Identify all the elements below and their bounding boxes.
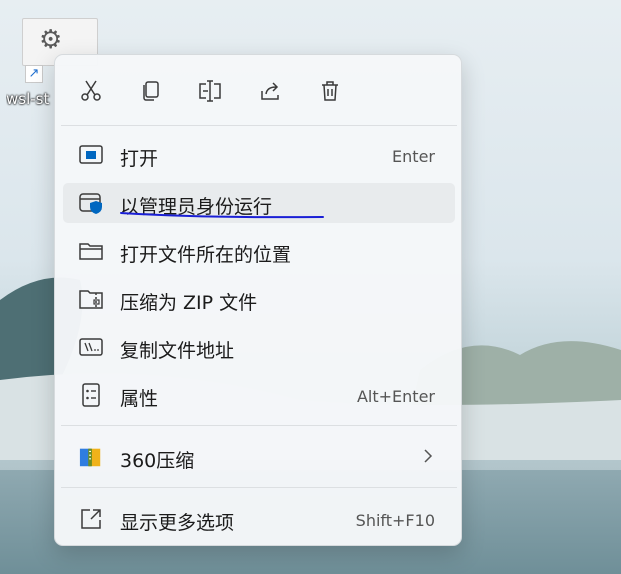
menu-item-360-compress[interactable]: 360压缩 xyxy=(63,437,455,477)
menu-item-label: 属性 xyxy=(120,388,159,410)
menu-divider xyxy=(61,425,457,426)
share-button[interactable] xyxy=(254,75,286,107)
menu-item-compress-zip[interactable]: 压缩为 ZIP 文件 xyxy=(63,279,455,319)
context-menu-toolbar xyxy=(55,55,461,125)
chevron-right-icon xyxy=(421,446,435,470)
trash-icon xyxy=(322,81,338,101)
delete-button[interactable] xyxy=(314,75,346,107)
rename-button[interactable] xyxy=(194,75,226,107)
menu-item-label: 显示更多选项 xyxy=(120,512,235,534)
menu-item-open-file-location[interactable]: 打开文件所在的位置 xyxy=(63,231,455,271)
copy-icon xyxy=(143,81,159,101)
menu-item-shortcut: Shift+F10 xyxy=(355,511,435,530)
menu-item-shortcut: Alt+Enter xyxy=(356,387,435,406)
shortcut-arrow-icon: ↗ xyxy=(25,65,43,83)
menu-item-shortcut: Enter xyxy=(392,147,435,166)
scissors-icon xyxy=(81,80,101,101)
zip-folder-icon xyxy=(79,287,103,311)
menu-item-copy-path[interactable]: 复制文件地址 xyxy=(63,327,455,367)
context-menu: 打开 Enter 以管理员身份运行 打开文件所在的位置 压缩为 ZIP 文件 复… xyxy=(54,54,462,546)
admin-shield-icon xyxy=(79,191,103,215)
archive-360-icon xyxy=(79,445,103,469)
menu-divider xyxy=(61,487,457,488)
menu-item-properties[interactable]: 属性 Alt+Enter xyxy=(63,375,455,415)
gear-icon: ⚙ xyxy=(39,25,63,55)
properties-icon xyxy=(79,383,103,407)
menu-divider xyxy=(61,125,457,126)
cut-button[interactable] xyxy=(75,75,107,107)
menu-item-label: 360压缩 xyxy=(120,450,195,472)
copy-path-icon xyxy=(79,335,103,359)
copy-button[interactable] xyxy=(135,75,167,107)
desktop-shortcut-label[interactable]: wsl-st xyxy=(6,90,52,108)
open-app-icon xyxy=(79,143,103,167)
menu-item-show-more-options[interactable]: 显示更多选项 Shift+F10 xyxy=(63,499,455,539)
rename-icon xyxy=(199,80,221,102)
share-icon xyxy=(261,82,279,100)
handwritten-underline xyxy=(120,212,324,219)
menu-item-open[interactable]: 打开 Enter xyxy=(63,135,455,175)
more-options-icon xyxy=(79,507,103,531)
folder-icon xyxy=(79,239,103,263)
menu-item-label: 压缩为 ZIP 文件 xyxy=(120,292,258,314)
menu-item-label: 打开文件所在的位置 xyxy=(120,244,292,266)
menu-item-label: 复制文件地址 xyxy=(120,340,235,362)
menu-item-label: 打开 xyxy=(120,148,159,170)
